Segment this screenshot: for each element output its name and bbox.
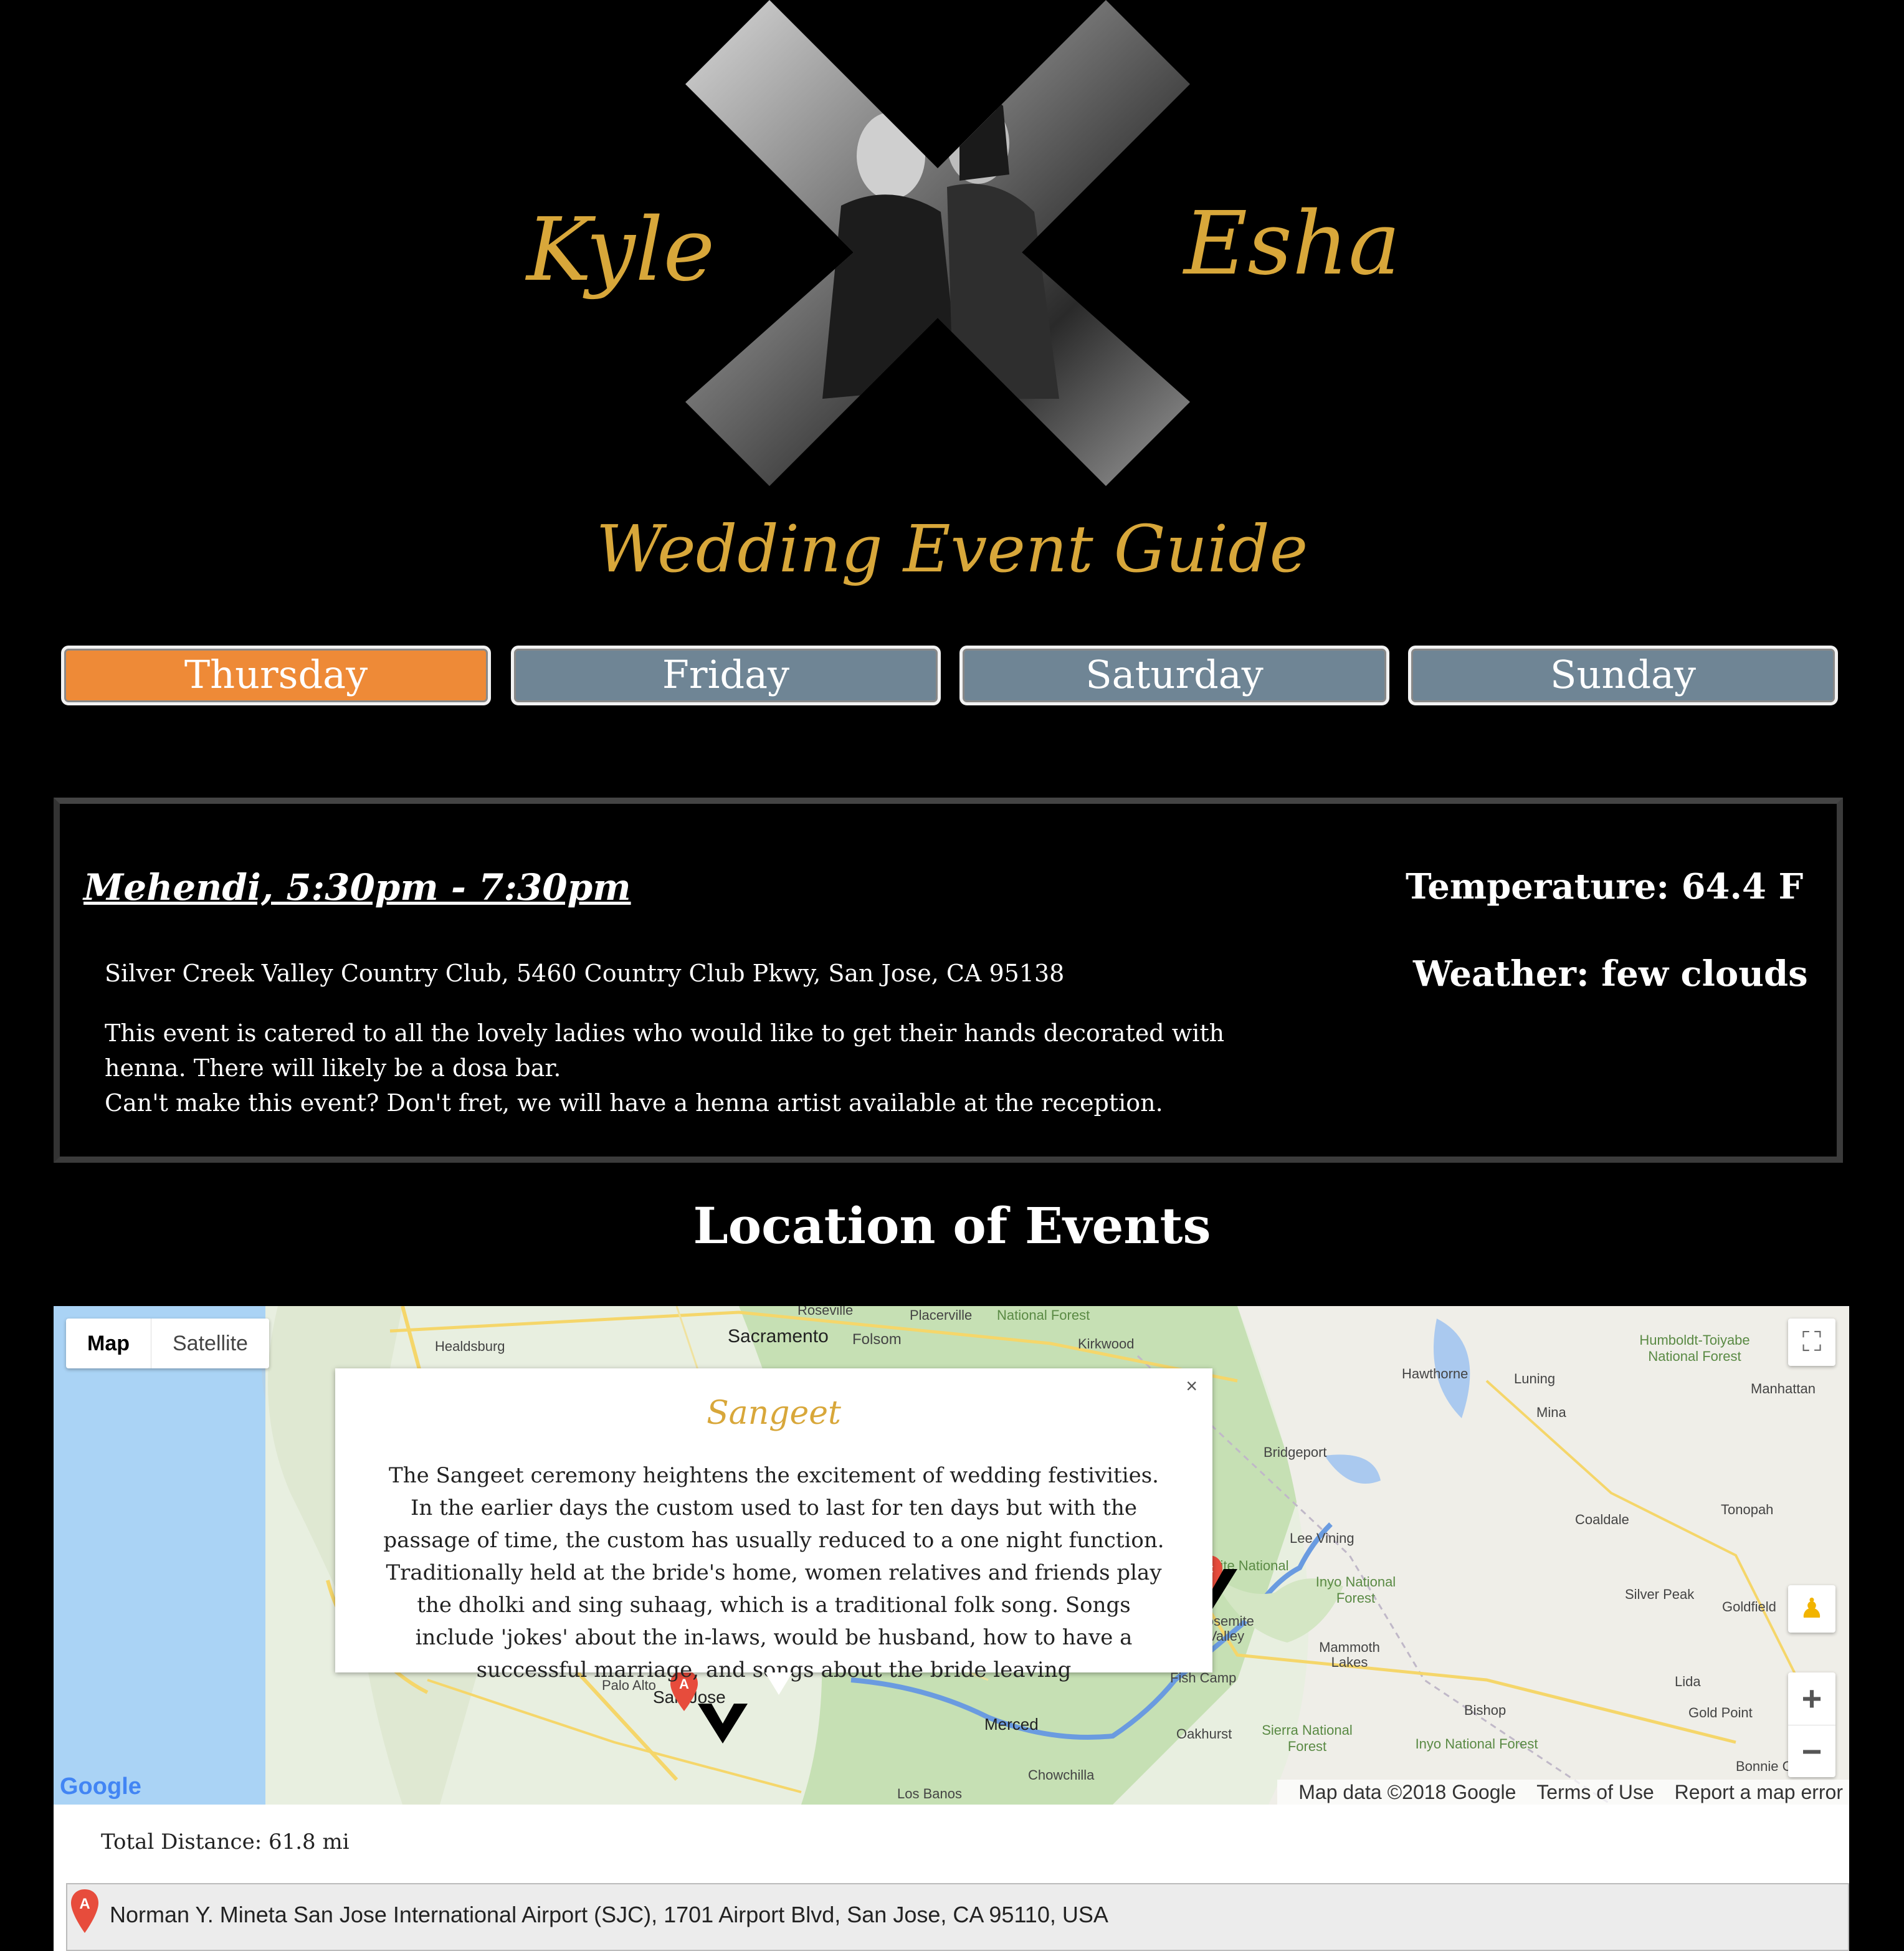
map-label-tonopah: Tonopah bbox=[1721, 1502, 1774, 1517]
start-marker-letter: A bbox=[79, 1896, 90, 1912]
map-type-satellite-button[interactable]: Satellite bbox=[151, 1319, 269, 1368]
map-label-los-banos: Los Banos bbox=[897, 1786, 962, 1801]
tab-thursday[interactable]: Thursday bbox=[61, 646, 491, 705]
directions-summary: Total Distance: 61.8 mi bbox=[54, 1805, 1849, 1882]
map-footer: Map data ©2018 Google Terms of Use Repor… bbox=[1277, 1780, 1849, 1805]
street-view-button[interactable]: ♟ bbox=[1788, 1585, 1835, 1633]
start-marker-icon: A bbox=[71, 1889, 98, 1933]
map-label-bridgeport: Bridgeport bbox=[1264, 1444, 1327, 1460]
map-type-map-button[interactable]: Map bbox=[66, 1319, 151, 1368]
google-logo: Google bbox=[60, 1773, 141, 1800]
report-map-error-link[interactable]: Report a map error bbox=[1675, 1781, 1843, 1803]
event-address: Silver Creek Valley Country Club, 5460 C… bbox=[105, 960, 1065, 987]
event-marker-sangeet[interactable] bbox=[698, 1699, 748, 1748]
tab-friday[interactable]: Friday bbox=[511, 646, 941, 705]
map-label-oakhurst: Oakhurst bbox=[1176, 1726, 1232, 1742]
map-label-roseville: Roseville bbox=[797, 1306, 854, 1318]
tab-saturday[interactable]: Saturday bbox=[959, 646, 1389, 705]
tab-sunday[interactable]: Sunday bbox=[1408, 646, 1838, 705]
event-details-panel: Mehendi, 5:30pm - 7:30pm Silver Creek Va… bbox=[54, 798, 1843, 1163]
plus-icon: + bbox=[1801, 1679, 1822, 1718]
map-label-luning: Luning bbox=[1514, 1371, 1556, 1386]
temperature-readout: Temperature: 64.4 F bbox=[1406, 866, 1804, 907]
location-heading: Location of Events bbox=[693, 1196, 1211, 1255]
map-label-manhattan: Manhattan bbox=[1751, 1381, 1816, 1396]
map-label-mina: Mina bbox=[1536, 1405, 1566, 1420]
minus-icon: − bbox=[1801, 1732, 1822, 1771]
map-label-folsom: Folsom bbox=[852, 1331, 902, 1348]
info-window-body: The Sangeet ceremony heightens the excit… bbox=[383, 1463, 1164, 1682]
map-label-sacramento: Sacramento bbox=[728, 1326, 829, 1347]
zoom-out-button[interactable]: − bbox=[1788, 1725, 1835, 1778]
couple-photo-x bbox=[685, 0, 1190, 486]
weather-readout: Weather: few clouds bbox=[1413, 953, 1808, 995]
start-address: Norman Y. Mineta San Jose International … bbox=[110, 1902, 1108, 1927]
map-label-humboldt: Humboldt-Toiyabe National Forest bbox=[1639, 1332, 1750, 1364]
groom-name: Kyle bbox=[526, 199, 715, 301]
info-window: × Sangeet The Sangeet ceremony heightens… bbox=[335, 1368, 1212, 1695]
event-description: This event is catered to all the lovely … bbox=[105, 1016, 1288, 1120]
map-type-control: Map Satellite bbox=[66, 1319, 269, 1368]
map-label-lee-vining: Lee Vining bbox=[1290, 1530, 1354, 1546]
terms-of-use-link[interactable]: Terms of Use bbox=[1536, 1781, 1654, 1803]
zoom-in-button[interactable]: + bbox=[1788, 1672, 1835, 1725]
pegman-icon: ♟ bbox=[1799, 1593, 1824, 1624]
zoom-control: + − bbox=[1788, 1672, 1835, 1777]
map-label-national-forest: National Forest bbox=[997, 1307, 1090, 1323]
map-data-attribution: Map data ©2018 Google bbox=[1298, 1781, 1516, 1803]
event-title: Mehendi, 5:30pm - 7:30pm bbox=[83, 866, 631, 909]
map-label-kirkwood: Kirkwood bbox=[1078, 1336, 1135, 1352]
map-label-gold-point: Gold Point bbox=[1688, 1705, 1753, 1720]
event-description-line-1: This event is catered to all the lovely … bbox=[105, 1019, 1225, 1082]
map-label-lida: Lida bbox=[1675, 1674, 1701, 1689]
info-window-title: Sangeet bbox=[707, 1395, 841, 1432]
map-label-hawthorne: Hawthorne bbox=[1402, 1366, 1468, 1381]
map-label-inyo-nf: Inyo National Forest bbox=[1315, 1574, 1396, 1606]
map-label-silver-peak: Silver Peak bbox=[1625, 1586, 1695, 1602]
map-label-inyo-nf-2: Inyo National Forest bbox=[1415, 1736, 1538, 1752]
fullscreen-button[interactable]: ⛶ bbox=[1788, 1319, 1835, 1366]
map-label-sierra-nf: Sierra National Forest bbox=[1262, 1722, 1353, 1754]
total-distance: Total Distance: 61.8 mi bbox=[101, 1829, 350, 1854]
map-label-placerville: Placerville bbox=[910, 1307, 973, 1323]
fullscreen-icon: ⛶ bbox=[1802, 1327, 1822, 1357]
directions-start-row[interactable]: A Norman Y. Mineta San Jose Internationa… bbox=[66, 1883, 1849, 1951]
map-label-mammoth: Mammoth Lakes bbox=[1319, 1639, 1380, 1670]
map-label-goldfield: Goldfield bbox=[1722, 1599, 1776, 1615]
map-label-merced: Merced bbox=[984, 1715, 1039, 1734]
events-map[interactable]: Sacramento Folsom Healdsburg Roseville P… bbox=[54, 1306, 1849, 1805]
bride-name: Esha bbox=[1184, 193, 1401, 295]
page-title: Wedding Event Guide bbox=[596, 511, 1308, 587]
map-label-coaldale: Coaldale bbox=[1575, 1512, 1629, 1527]
event-description-line-2: Can't make this event? Don't fret, we wi… bbox=[105, 1089, 1163, 1117]
map-label-chowchilla: Chowchilla bbox=[1028, 1767, 1095, 1783]
map-label-bishop: Bishop bbox=[1464, 1702, 1507, 1718]
map-label-healdsburg: Healdsburg bbox=[435, 1338, 505, 1354]
map-label-bonnie: Bonnie C bbox=[1736, 1758, 1792, 1774]
